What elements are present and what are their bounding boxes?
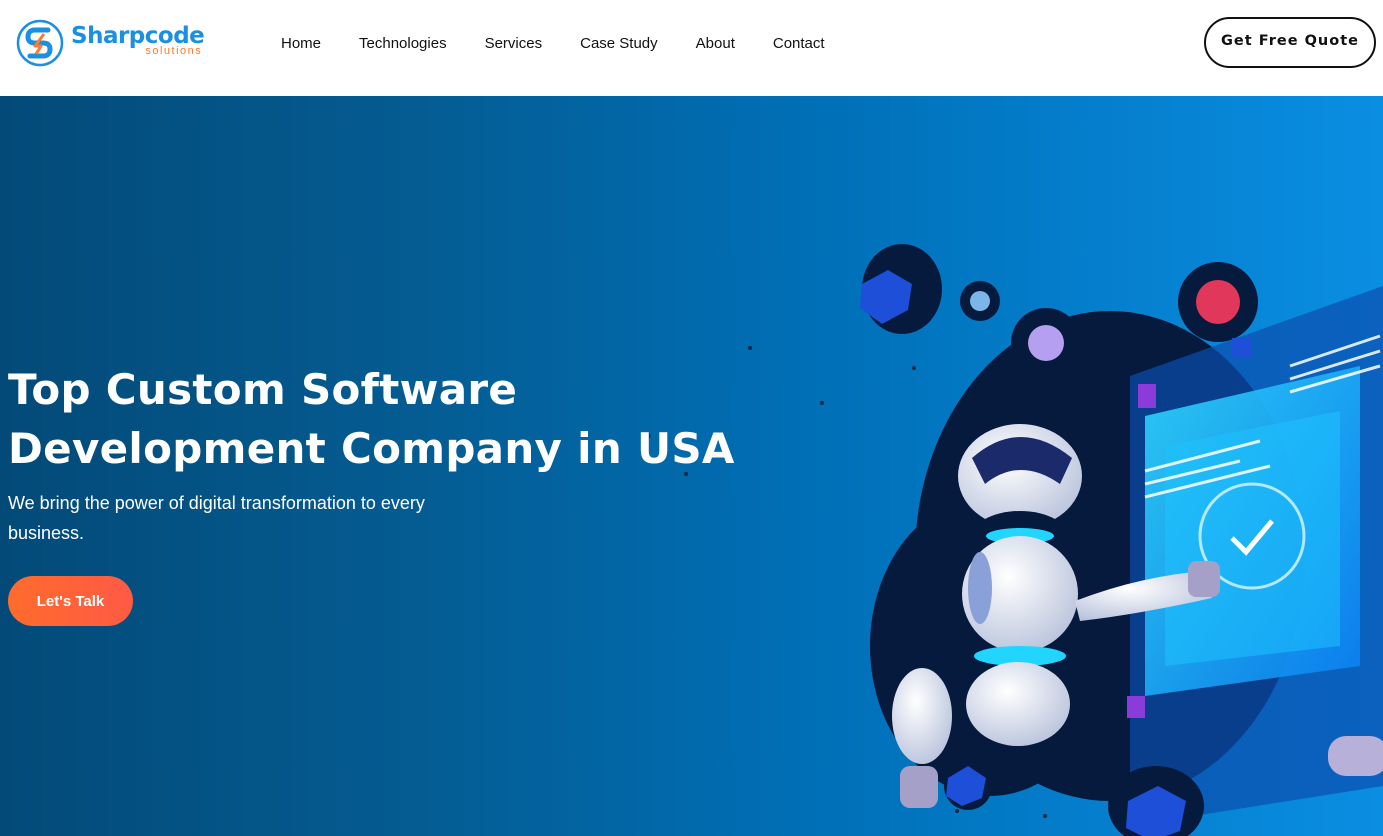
hero-title: Top Custom Software Development Company … <box>8 365 735 473</box>
lets-talk-button[interactable]: Let's Talk <box>8 576 133 626</box>
robot-illustration <box>860 244 1383 836</box>
hero-section: Top Custom Software Development Company … <box>0 96 1383 836</box>
nav-about[interactable]: About <box>696 35 735 52</box>
sharpcode-logo-icon <box>16 19 64 67</box>
nav-services[interactable]: Services <box>485 35 543 52</box>
get-free-quote-button[interactable]: Get Free Quote <box>1204 17 1376 68</box>
nav-case-study[interactable]: Case Study <box>580 35 658 52</box>
nav-contact[interactable]: Contact <box>773 35 825 52</box>
main-nav: Home Technologies Services Case Study Ab… <box>262 0 844 86</box>
site-header: Sharpcode solutions Home Technologies Se… <box>0 0 1383 96</box>
nav-technologies[interactable]: Technologies <box>359 35 447 52</box>
hero-subtitle: We bring the power of digital transforma… <box>8 493 425 543</box>
logo[interactable]: Sharpcode solutions <box>15 18 205 68</box>
nav-home[interactable]: Home <box>281 35 321 52</box>
